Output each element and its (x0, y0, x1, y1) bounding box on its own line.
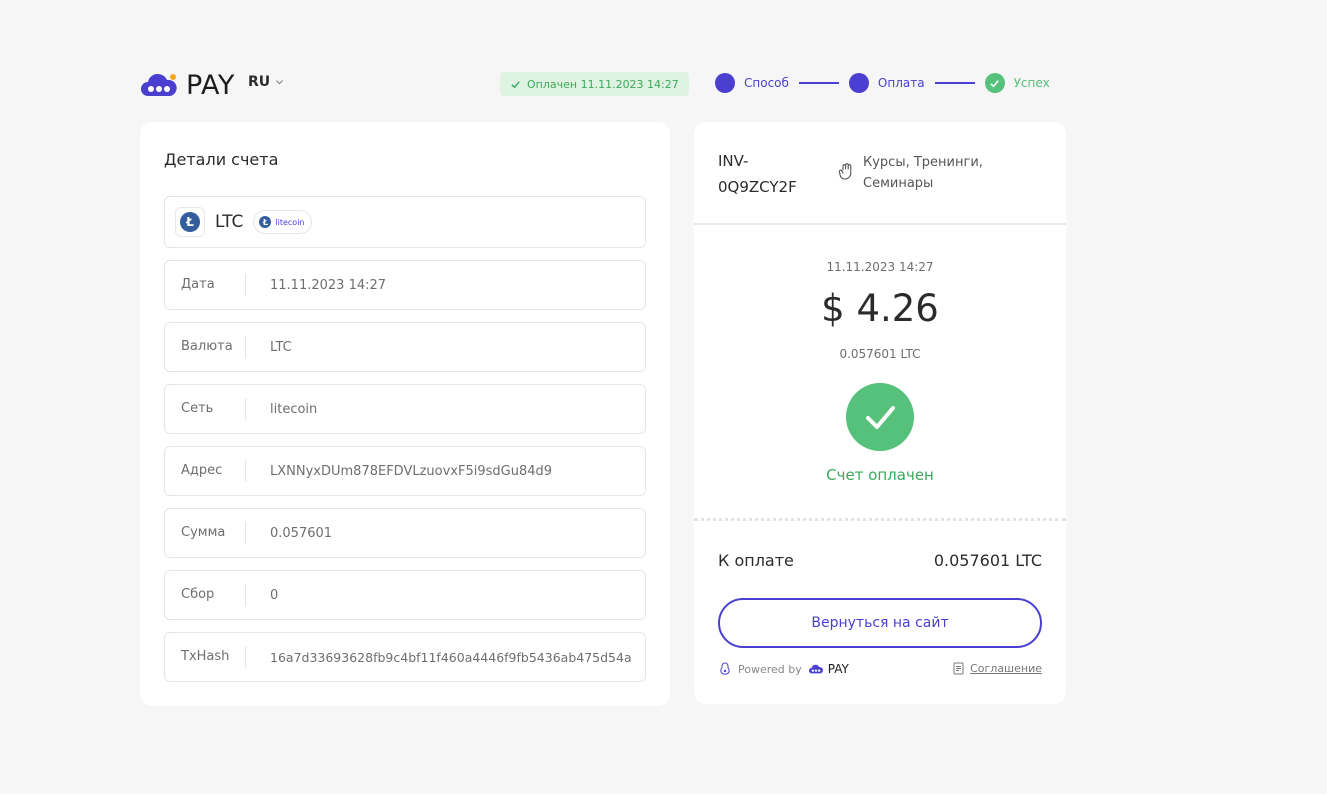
powered-logo-text: PAY (827, 662, 849, 676)
detail-row-address: Адрес LXNNyxDUm878EFDVLzuovxF5i9sdGu84d9 (164, 446, 646, 496)
chevron-down-icon: ⌵ (276, 77, 283, 87)
detail-label: Дата (165, 274, 246, 296)
invoice-id: INV-0Q9ZCY2F (718, 152, 797, 196)
agreement-link[interactable]: Соглашение (953, 662, 1042, 675)
detail-value: LTC (270, 339, 292, 355)
detail-row-date: Дата 11.11.2023 14:27 (164, 260, 646, 310)
step-method: Способ (715, 73, 789, 93)
detail-row-currency: Валюта LTC (164, 322, 646, 372)
network-badge-label: litecoin (275, 217, 305, 227)
step-connector (798, 82, 839, 84)
total-label: К оплате (718, 551, 794, 570)
step-label: Успех (1013, 76, 1050, 90)
powered-icon (720, 662, 730, 675)
divider (694, 223, 1066, 225)
invoice-category: Курсы, Тренинги, Семинары (838, 152, 993, 194)
document-icon (953, 662, 964, 675)
powered-by-text: Powered by (738, 662, 802, 676)
detail-label: Сбор (165, 584, 246, 606)
powered-logo: PAY (808, 662, 849, 676)
detail-value[interactable]: 16a7d33693628fb9c4bf11f460a4446f9fb5436a… (246, 650, 632, 665)
detail-row-network: Сеть litecoin (164, 384, 646, 434)
invoice-details-card: Детали счета Ł LTC Ł litecoin Дата 11.11… (140, 122, 670, 706)
detail-value: 11.11.2023 14:27 (270, 277, 387, 293)
detail-label: Сумма (165, 522, 246, 544)
check-icon (511, 80, 520, 88)
step-payment: Оплата (848, 73, 925, 93)
brand-logo[interactable]: PAY (140, 70, 235, 101)
dotted-divider (694, 518, 1066, 521)
language-selector[interactable]: RU ⌵ (248, 74, 283, 90)
detail-label: Сеть (165, 398, 246, 420)
payment-amount-crypto: 0.057601 LTC (839, 347, 921, 361)
detail-value: 0 (270, 587, 279, 603)
payment-date: 11.11.2023 14:27 (826, 260, 934, 274)
detail-label: Валюта (165, 336, 246, 358)
success-check-icon (846, 383, 914, 451)
hand-icon (838, 163, 852, 180)
powered-by[interactable]: Powered by PAY (718, 662, 849, 676)
step-connector (934, 82, 975, 84)
coin-symbol: LTC (215, 212, 244, 232)
coin-row: Ł LTC Ł litecoin (164, 196, 646, 248)
return-to-site-button[interactable]: Вернуться на сайт (718, 598, 1042, 648)
paid-status-text: Оплачен 11.11.2023 14:27 (527, 77, 679, 91)
step-success: Успех (984, 73, 1050, 93)
agreement-text: Соглашение (970, 662, 1042, 675)
payment-amount-fiat: $ 4.26 (821, 287, 939, 330)
total-value: 0.057601 LTC (933, 551, 1042, 570)
network-badge: Ł litecoin (253, 210, 313, 234)
detail-row-txhash: TxHash 16a7d33693628fb9c4bf11f460a4446f9… (164, 632, 646, 682)
detail-value[interactable]: LXNNyxDUm878EFDVLzuovxF5i9sdGu84d9 (246, 464, 552, 479)
detail-value: 0.057601 (270, 525, 333, 541)
detail-row-fee: Сбор 0 (164, 570, 646, 620)
cloud-logo-icon (808, 664, 823, 673)
detail-label: TxHash (165, 646, 246, 668)
step-label: Оплата (877, 76, 925, 90)
detail-label: Адрес (165, 460, 246, 482)
check-circle-icon (984, 73, 1005, 93)
detail-value: litecoin (270, 401, 318, 417)
step-dot-icon (715, 73, 735, 93)
cloud-logo-icon (141, 73, 177, 96)
paid-status-badge: Оплачен 11.11.2023 14:27 (500, 72, 689, 96)
step-dot-icon (848, 73, 869, 93)
progress-steps: Способ Оплата Успех (715, 73, 1050, 93)
invoice-summary-card: INV-0Q9ZCY2F Курсы, Тренинги, Семинары 1… (694, 122, 1066, 704)
details-title: Детали счета (164, 150, 279, 169)
litecoin-icon: Ł (175, 207, 205, 237)
payment-status-text: Счет оплачен (826, 466, 934, 484)
category-text: Курсы, Тренинги, Семинары (863, 155, 983, 191)
language-label: RU (248, 74, 271, 90)
brand-name: PAY (186, 70, 235, 101)
detail-row-amount: Сумма 0.057601 (164, 508, 646, 558)
step-label: Способ (744, 76, 789, 90)
litecoin-small-icon: Ł (259, 216, 272, 228)
